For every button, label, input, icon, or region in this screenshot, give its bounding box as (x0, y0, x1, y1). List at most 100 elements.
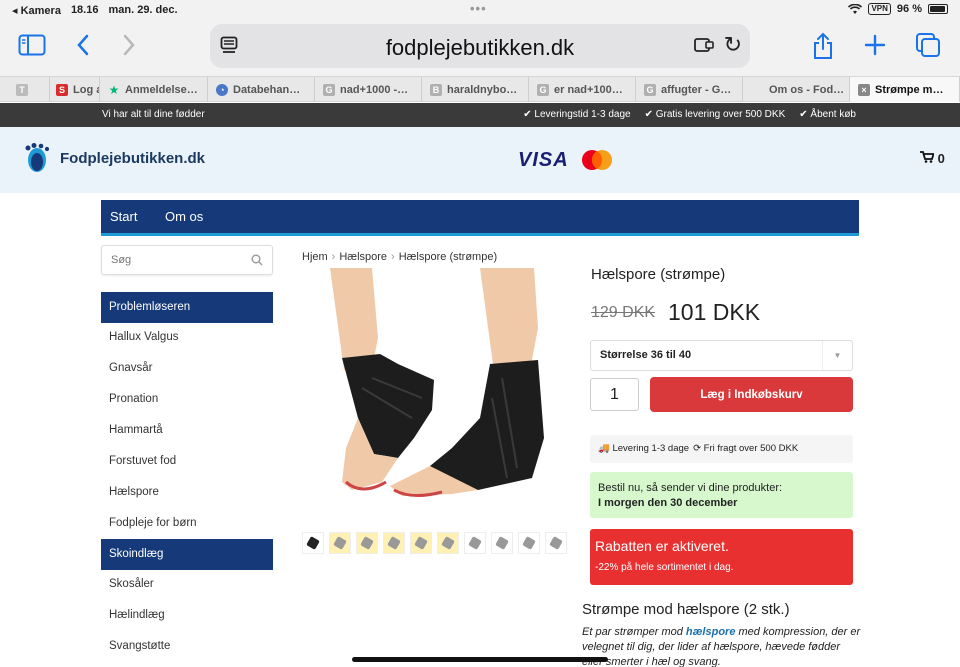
reload-icon[interactable]: ↻ (724, 32, 742, 58)
tab-favicon-icon: S (56, 83, 68, 96)
ios-status-bar: ◂ Kamera 18.16 man. 29. dec. ••• VPN 96 … (0, 0, 960, 20)
product-thumbnail[interactable] (383, 532, 405, 554)
cart-button[interactable]: 0 (920, 151, 945, 166)
browser-tab[interactable]: T (0, 77, 50, 102)
tab-favicon-icon: G (537, 83, 549, 96)
breadcrumb: Hjem › Hælspore › Hælspore (strømpe) (302, 251, 498, 263)
shipping-notice: Bestil nu, så sender vi dine produkter: … (590, 472, 853, 518)
address-bar[interactable]: fodplejebutikken.dk ↻ (210, 24, 750, 68)
browser-tab[interactable]: Ger nad+100… (529, 77, 636, 102)
nav-start[interactable]: Start (110, 209, 137, 224)
old-price: 129 DKK (591, 304, 656, 321)
status-time: 18.16 (70, 4, 99, 16)
cart-icon (920, 151, 935, 163)
browser-toolbar: fodplejebutikken.dk ↻ (0, 20, 960, 76)
sidebar-item-fodpleje-boern[interactable]: Fodpleje for børn (101, 508, 273, 539)
browser-tab[interactable]: ◔ Databehan… (208, 77, 315, 102)
visa-logo: VISA (518, 149, 569, 171)
breadcrumb-category[interactable]: Hælspore (339, 251, 387, 263)
product-thumbnail[interactable] (410, 532, 432, 554)
main-nav: Start Om os (101, 200, 859, 236)
breadcrumb-home[interactable]: Hjem (302, 251, 328, 263)
new-tab-icon[interactable] (860, 32, 890, 62)
usp-open-purchase: ✔ Åbent køb (799, 109, 856, 120)
shop-logo[interactable]: Fodplejebutikken.dk (20, 142, 205, 174)
discount-text: -22% på hele sortimentet i dag. (595, 562, 734, 573)
product-thumbnails (302, 532, 567, 554)
sidebar-item-hammartaa[interactable]: Hammartå (101, 415, 273, 446)
product-thumbnail[interactable] (464, 532, 486, 554)
product-thumbnail[interactable] (329, 532, 351, 554)
haelspore-link[interactable]: hælspore (686, 626, 736, 638)
browser-tab[interactable]: Om os - Fod… (743, 77, 850, 102)
multitask-dots-icon[interactable]: ••• (470, 1, 487, 16)
sidebar-item-skosaaler[interactable]: Skosåler (101, 569, 273, 600)
logo-text: Fodplejebutikken.dk (60, 149, 206, 167)
usp-free-shipping: ✔ Gratis levering over 500 DKK (644, 109, 786, 120)
back-icon[interactable] (68, 32, 98, 62)
product-thumbnail[interactable] (437, 532, 459, 554)
sidebar-item-gnavsaar[interactable]: Gnavsår (101, 353, 273, 384)
close-tab-icon[interactable]: × (858, 83, 870, 96)
current-price: 101 DKK (668, 299, 761, 325)
sidebar-item-hallux-valgus[interactable]: Hallux Valgus (101, 322, 273, 353)
tab-favicon-icon: G (644, 83, 656, 96)
vpn-badge: VPN (868, 3, 891, 15)
product-thumbnail[interactable] (356, 532, 378, 554)
product-thumbnail[interactable] (545, 532, 567, 554)
share-icon[interactable] (808, 32, 838, 62)
home-indicator[interactable] (352, 657, 608, 662)
sidebar-item-skoindlaeg[interactable]: Skoindlæg (101, 539, 273, 570)
sidebar-toggle-icon[interactable] (17, 32, 47, 62)
sidebar-item-haelindlaeg[interactable]: Hælindlæg (101, 600, 273, 631)
browser-tab[interactable]: Gaffugter - G… (636, 77, 743, 102)
mastercard-logo-icon (582, 150, 612, 170)
sidebar-item-pronation[interactable]: Pronation (101, 384, 273, 415)
size-select-value: Størrelse 36 til 40 (600, 349, 692, 361)
browser-tab-strip: T S Log a ★ Anmeldelse… ◔ Databehan… Gnad+1… (0, 76, 960, 102)
browser-tab[interactable]: S Log a (50, 77, 100, 102)
sidebar-item-forstuvet-fod[interactable]: Forstuvet fod (101, 446, 273, 477)
tabs-overview-icon[interactable] (913, 32, 943, 62)
sidebar-item-haelspore[interactable]: Hælspore (101, 477, 273, 508)
search-box (101, 245, 273, 275)
quantity-input[interactable]: 1 (590, 378, 639, 411)
usp-delivery-time: ✔ Leveringstid 1-3 dage (523, 109, 631, 120)
product-thumbnail[interactable] (302, 532, 324, 554)
search-icon[interactable] (251, 254, 263, 266)
product-thumbnail[interactable] (518, 532, 540, 554)
add-to-cart-button[interactable]: Læg i Indkøbskurv (650, 377, 853, 412)
chevron-down-icon: ▼ (822, 341, 852, 370)
battery-percent: 96 % (896, 3, 922, 15)
breadcrumb-current: Hælspore (strømpe) (398, 251, 498, 263)
product-thumbnail[interactable] (491, 532, 513, 554)
browser-tab-active[interactable]: × Strømpe m… (850, 77, 960, 102)
shop-header: Fodplejebutikken.dk VISA 0 (0, 127, 960, 193)
tab-favicon-icon: T (16, 83, 28, 96)
product-image[interactable] (302, 268, 564, 524)
forward-icon[interactable] (114, 32, 144, 62)
discount-title: Rabatten er aktiveret. (595, 538, 729, 554)
free-freight-text: ⟳ Fri fragt over 500 DKK (693, 443, 799, 454)
size-select[interactable]: Størrelse 36 til 40 ▼ (590, 340, 853, 371)
shop-topbar: Vi har alt til dine fødder ✔ Leveringsti… (0, 103, 960, 127)
status-date: man. 29. dec. (108, 4, 178, 16)
browser-tab[interactable]: Bharaldnybo… (422, 77, 529, 102)
tab-favicon-icon: ★ (108, 82, 120, 97)
sidebar-item-problemloeseren[interactable]: Problemløseren (101, 292, 273, 323)
browser-tab[interactable]: ★ Anmeldelse… (100, 77, 208, 102)
extension-icon[interactable] (694, 37, 714, 53)
foot-logo-icon (25, 143, 50, 172)
tab-favicon-icon: ◔ (216, 83, 228, 96)
url-text[interactable]: fodplejebutikken.dk (210, 35, 750, 61)
back-to-app[interactable]: ◂ Kamera (12, 4, 61, 17)
cart-count: 0 (937, 151, 945, 166)
browser-tab[interactable]: Gnad+1000 -… (315, 77, 422, 102)
sidebar-item-svangstoette[interactable]: Svangstøtte (101, 631, 273, 662)
battery-icon (928, 4, 948, 14)
wifi-icon (848, 3, 863, 14)
product-title: Hælspore (strømpe) (591, 266, 726, 283)
search-input[interactable] (102, 246, 242, 274)
delivery-info: 🚚 Levering 1-3 dage ⟳ Fri fragt over 500… (590, 435, 853, 463)
nav-om-os[interactable]: Om os (165, 209, 203, 224)
